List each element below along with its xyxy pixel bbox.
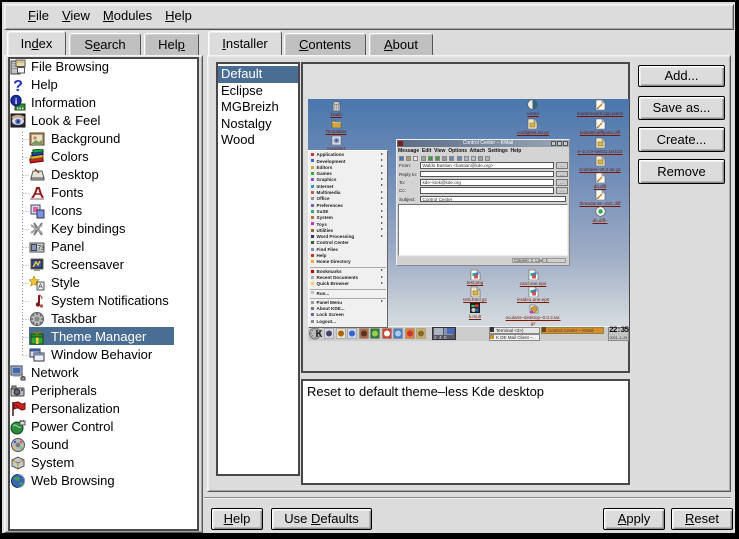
svg-text:?: ? [13,78,23,93]
svg-text:K: K [316,329,323,340]
svg-text:73: 73 [38,246,45,252]
svg-text:A: A [38,284,43,291]
svg-text:i: i [15,96,17,106]
